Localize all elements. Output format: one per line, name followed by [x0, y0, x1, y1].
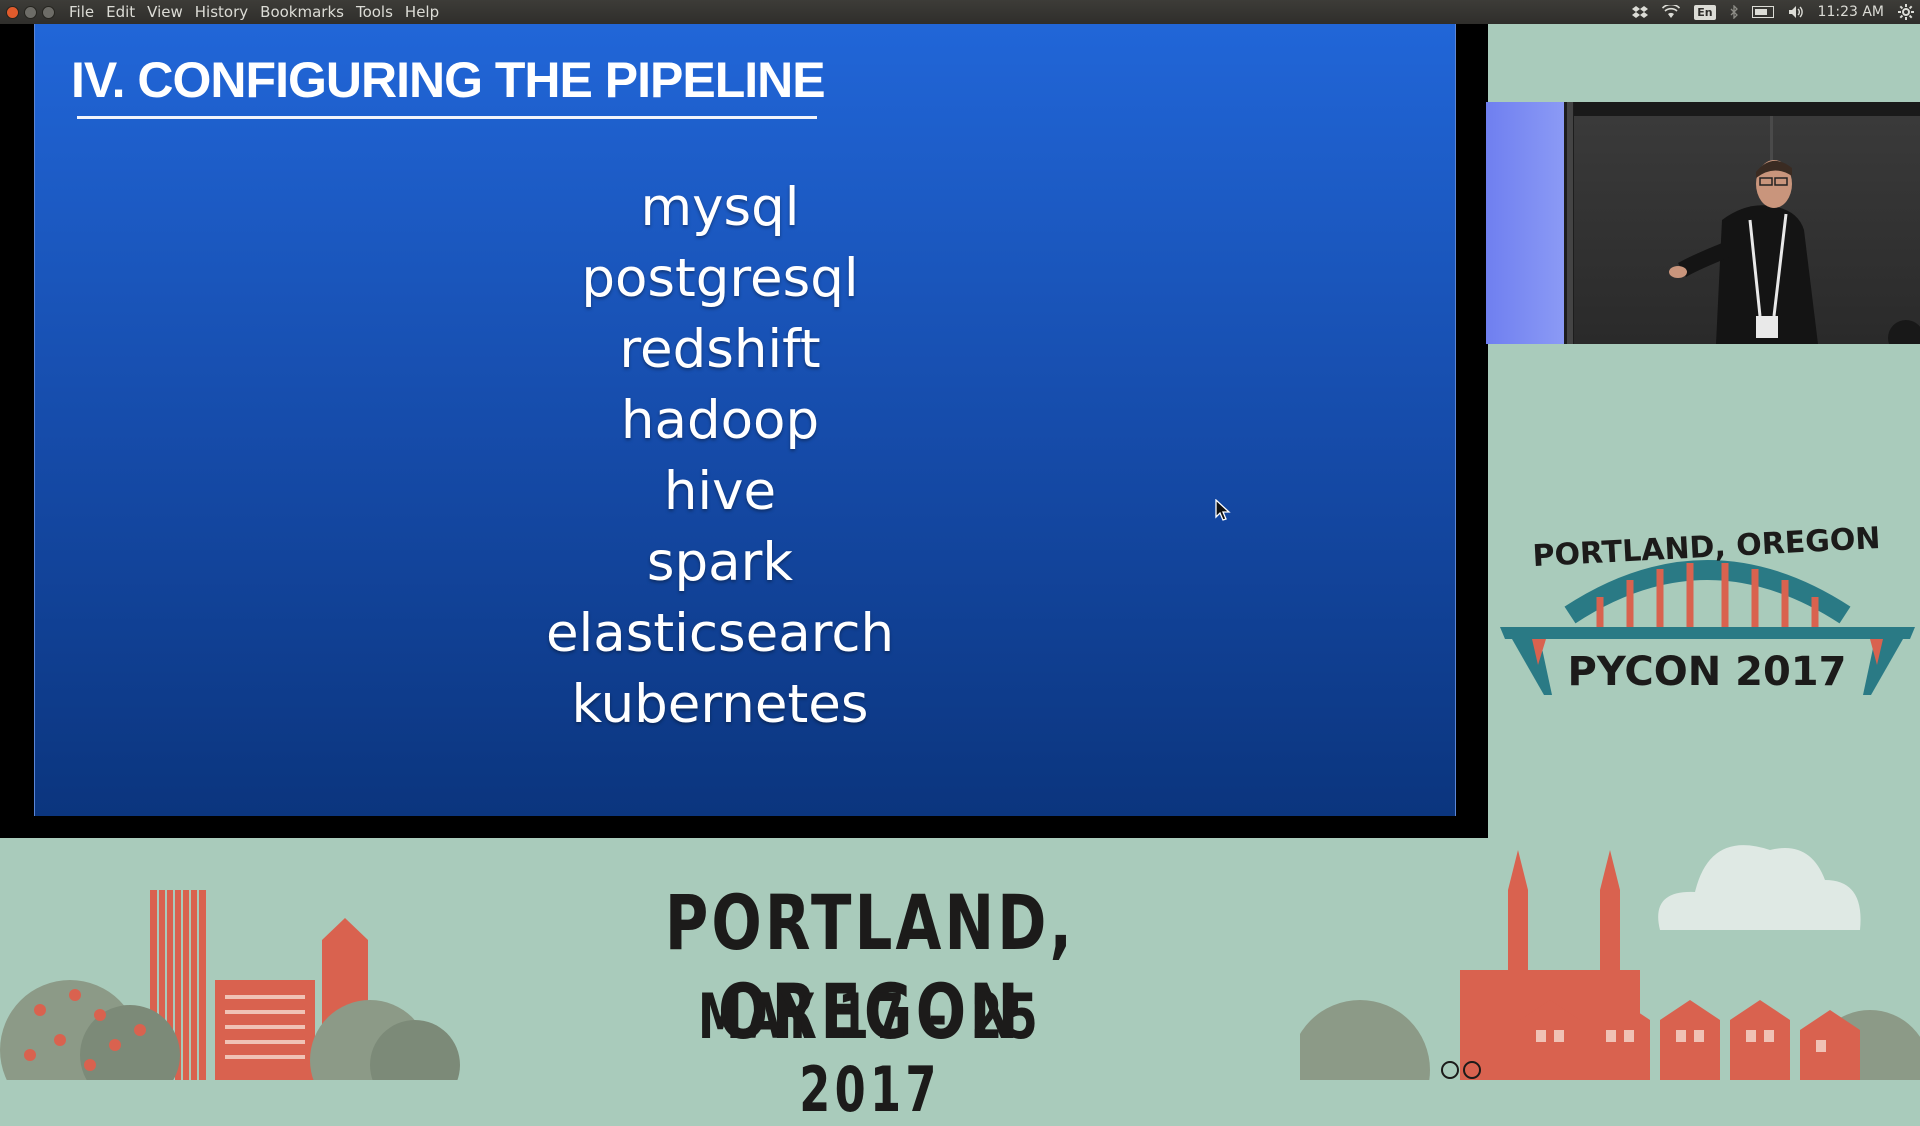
menu-bookmarks[interactable]: Bookmarks	[260, 3, 344, 21]
speaker-video	[1486, 102, 1920, 344]
title-underline	[77, 116, 817, 119]
dropbox-icon[interactable]	[1632, 5, 1649, 19]
list-item: hive	[663, 461, 777, 522]
wifi-icon[interactable]	[1662, 5, 1681, 19]
pipeline-tools-list: mysql postgresql redshift hadoop hive sp…	[35, 172, 1455, 740]
list-item: kubernetes	[571, 674, 869, 735]
slide-title: IV. CONFIGURING THE PIPELINE	[71, 52, 826, 108]
menu-tools[interactable]: Tools	[356, 3, 393, 21]
presentation-slide: IV. CONFIGURING THE PIPELINE mysql postg…	[34, 24, 1456, 816]
window-controls	[6, 5, 55, 19]
menu-file[interactable]: File	[69, 3, 94, 21]
list-item: redshift	[619, 319, 821, 380]
slide-frame: IV. CONFIGURING THE PIPELINE mysql postg…	[0, 24, 1488, 838]
list-item: spark	[646, 532, 794, 593]
menu-bar: File Edit View History Bookmarks Tools H…	[69, 3, 439, 21]
list-item: mysql	[640, 177, 800, 238]
pycon-portland-logo: PORTLAND, OREGON PYCON 2017	[1500, 521, 1915, 695]
list-item: hadoop	[620, 390, 820, 451]
menu-help[interactable]: Help	[405, 3, 439, 21]
list-item: elasticsearch	[545, 603, 895, 664]
banner-dates: MAY 17 - 25 2017	[698, 980, 1042, 1126]
mouse-pointer-icon	[1215, 498, 1231, 527]
bluetooth-icon[interactable]	[1730, 5, 1738, 19]
volume-icon[interactable]	[1788, 5, 1804, 19]
speaker-figure	[1567, 102, 1920, 344]
menu-view[interactable]: View	[147, 3, 183, 21]
menu-edit[interactable]: Edit	[106, 3, 135, 21]
city-skyline-left	[0, 890, 460, 1080]
maximize-window-button[interactable]	[42, 5, 55, 19]
top-panel: File Edit View History Bookmarks Tools H…	[0, 0, 1920, 24]
minimize-window-button[interactable]	[24, 5, 37, 19]
settings-gear-icon[interactable]	[1898, 4, 1914, 20]
city-skyline-right	[1300, 845, 1920, 1080]
clock[interactable]: 11:23 AM	[1818, 4, 1884, 20]
list-item: postgresql	[581, 248, 859, 309]
battery-icon[interactable]	[1751, 6, 1774, 18]
system-tray: En 11:23 AM	[1632, 0, 1914, 24]
menu-history[interactable]: History	[195, 3, 248, 21]
close-window-button[interactable]	[6, 5, 19, 19]
logo-name-text: PYCON 2017	[1568, 649, 1847, 695]
keyboard-language-indicator[interactable]: En	[1694, 4, 1716, 20]
